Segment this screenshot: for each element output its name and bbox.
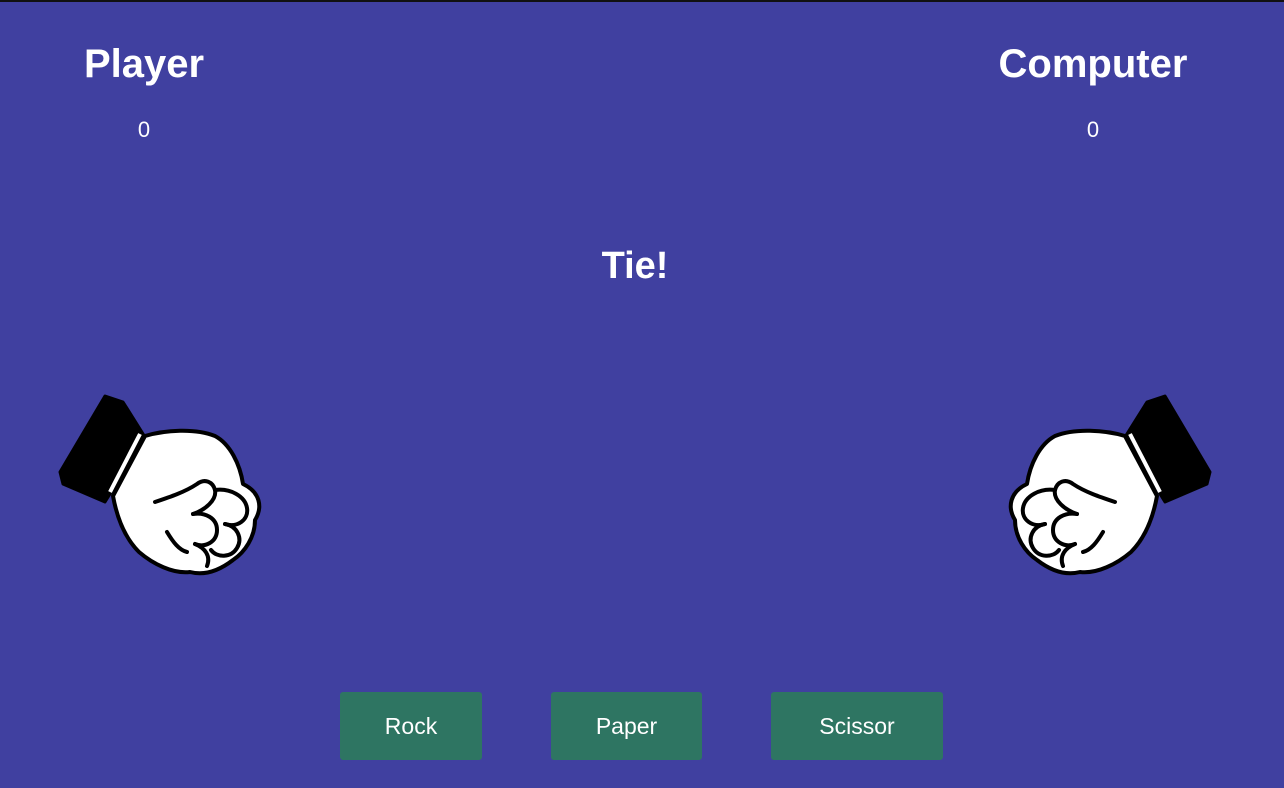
result-message: Tie! [601, 245, 669, 287]
player-title: Player [83, 42, 205, 86]
computer-title: Computer [998, 42, 1188, 86]
computer-rock-fist-icon [1005, 392, 1215, 582]
rock-button[interactable]: Rock [340, 692, 482, 760]
paper-button[interactable]: Paper [551, 692, 702, 760]
player-rock-fist-icon [55, 392, 265, 582]
computer-score: 0 [1086, 117, 1100, 142]
scissor-button[interactable]: Scissor [771, 692, 943, 760]
player-score: 0 [137, 117, 151, 142]
